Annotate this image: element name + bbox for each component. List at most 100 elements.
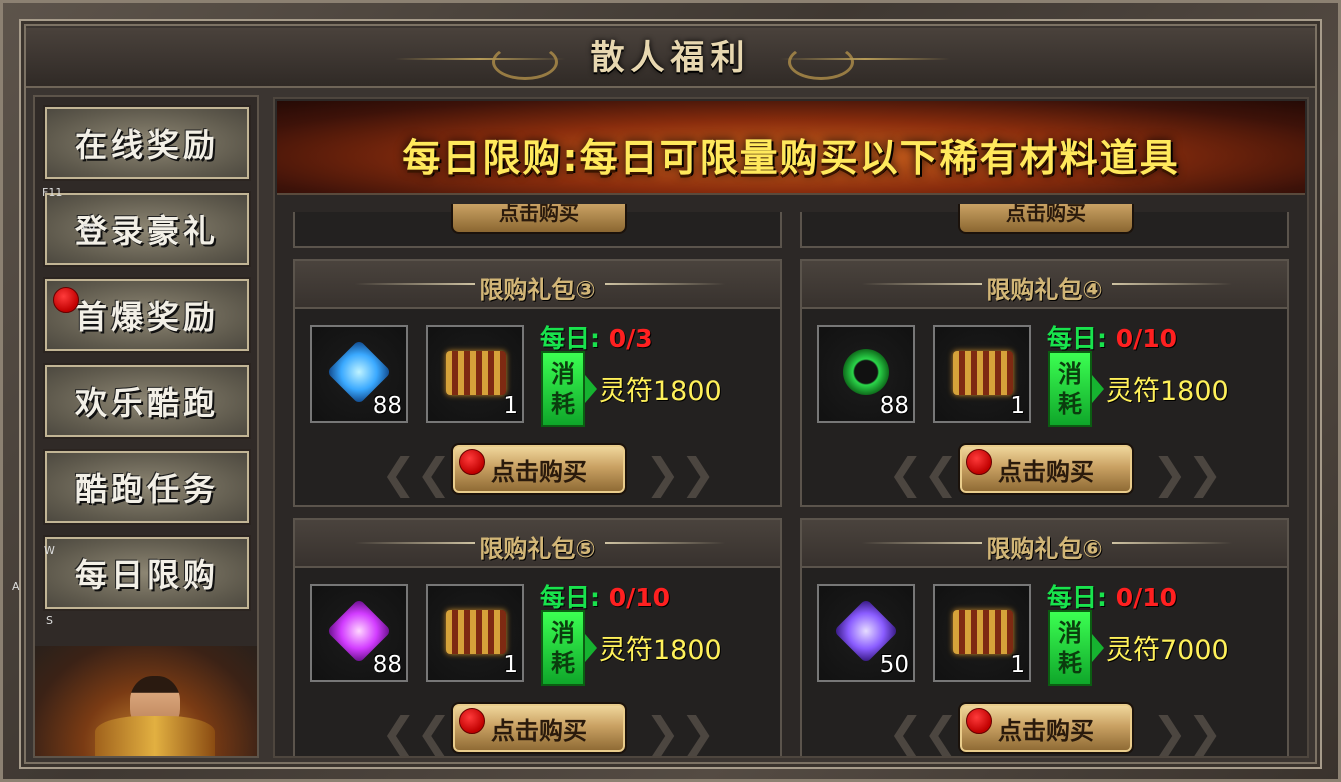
- cost-badge: 消 耗: [1048, 610, 1092, 686]
- item-slot[interactable]: 1: [426, 584, 524, 682]
- daily-count: 0/10: [1115, 324, 1178, 353]
- item-slot[interactable]: 1: [426, 325, 524, 423]
- item-slot[interactable]: 88: [310, 584, 408, 682]
- buy-button-label: 点击购买: [491, 716, 587, 745]
- sidebar-item-label: 每日限购: [74, 556, 219, 594]
- pack-card-4: 限购礼包④ 88 1 每日: 0/10 消 耗 灵符1800 ❮❮ 点击购买 ❯…: [800, 259, 1289, 507]
- buy-button[interactable]: 点击购买: [451, 702, 627, 754]
- cost-arrow-icon: [585, 375, 597, 403]
- cost-badge: 消 耗: [541, 351, 585, 427]
- item-slot[interactable]: 1: [933, 325, 1031, 423]
- cost-char: 消: [551, 619, 575, 647]
- sidebar-item-label: 首爆奖励: [74, 298, 219, 336]
- daily-label: 每日:: [1047, 324, 1107, 353]
- cost-char: 耗: [551, 390, 575, 418]
- pack-title: 限购礼包⑤: [479, 535, 596, 563]
- price: 灵符1800: [599, 376, 722, 407]
- pack-title: 限购礼包④: [986, 276, 1103, 304]
- sidebar-item-label: 登录豪礼: [74, 212, 219, 250]
- item-quantity: 50: [879, 652, 909, 678]
- right-arrows-icon: ❯❯: [1152, 708, 1223, 757]
- item-slot[interactable]: 88: [310, 325, 408, 423]
- cost-char: 耗: [1058, 649, 1082, 677]
- daily-limit: 每日: 0/3: [540, 319, 653, 355]
- daily-label: 每日:: [1047, 583, 1107, 612]
- buy-button[interactable]: 点击购买: [958, 702, 1134, 754]
- treasure-chest-icon: [446, 610, 506, 654]
- cost-char: 消: [551, 360, 575, 388]
- price: 灵符7000: [1106, 635, 1229, 666]
- cost-arrow-icon: [1092, 375, 1104, 403]
- pack-title: 限购礼包⑥: [986, 535, 1103, 563]
- buy-button-partial-right[interactable]: 点击购买: [958, 204, 1134, 234]
- item-slot[interactable]: 1: [933, 584, 1031, 682]
- sidebar-item-login-gift[interactable]: 登录豪礼: [43, 191, 251, 267]
- daily-limit: 每日: 0/10: [540, 578, 670, 614]
- pack-card-5: 限购礼包⑤ 88 1 每日: 0/10 消 耗 灵符1800 ❮❮ 点击购买 ❯…: [293, 518, 782, 757]
- buy-button-label: 点击购买: [998, 457, 1094, 486]
- sidebar-item-label: 酷跑任务: [74, 470, 219, 508]
- sidebar-item-daily-limit[interactable]: 每日限购: [43, 535, 251, 611]
- hotkey-f11-label: F11: [42, 186, 63, 199]
- cost-char: 耗: [551, 649, 575, 677]
- jade-ring-icon: [843, 349, 889, 395]
- daily-count: 0/10: [1115, 583, 1178, 612]
- daily-count: 0/3: [608, 324, 653, 353]
- right-arrows-icon: ❯❯: [645, 708, 716, 757]
- sidebar-item-happy-run[interactable]: 欢乐酷跑: [43, 363, 251, 439]
- pack-card-header: 限购礼包④: [802, 261, 1287, 309]
- right-arrows-icon: ❯❯: [1152, 449, 1223, 498]
- notification-dot: [53, 287, 79, 313]
- header-ornament-right: [1112, 283, 1232, 285]
- cost-char: 消: [1058, 360, 1082, 388]
- notification-dot: [459, 449, 485, 475]
- banner-text: 每日限购:每日可限量购买以下稀有材料道具: [402, 136, 1180, 180]
- cost-arrow-icon: [585, 634, 597, 662]
- item-quantity: 1: [503, 393, 518, 419]
- daily-label: 每日:: [540, 324, 600, 353]
- hotkey-s-label: S: [46, 614, 53, 627]
- pack-card-partial-left: 点击购买: [293, 204, 782, 248]
- header-ornament-right: [605, 283, 725, 285]
- buy-button-label: 点击购买: [998, 716, 1094, 745]
- pack-card-partial-right: 点击购买: [800, 204, 1289, 248]
- daily-limit-banner: 每日限购:每日可限量购买以下稀有材料道具: [277, 101, 1305, 195]
- treasure-chest-icon: [446, 351, 506, 395]
- sidebar-item-label: 欢乐酷跑: [74, 384, 219, 422]
- cost-arrow-icon: [1092, 634, 1104, 662]
- cost-char: 消: [1058, 619, 1082, 647]
- sidebar-item-online-reward[interactable]: 在线奖励: [43, 105, 251, 181]
- cost-char: 耗: [1058, 390, 1082, 418]
- item-slot[interactable]: 50: [817, 584, 915, 682]
- cost-badge: 消 耗: [1048, 351, 1092, 427]
- hero-armor-shape: [95, 716, 215, 756]
- daily-label: 每日:: [540, 583, 600, 612]
- daily-count: 0/10: [608, 583, 671, 612]
- left-arrows-icon: ❮❮: [381, 708, 452, 757]
- hotkey-f9-label: F9: [82, 222, 96, 235]
- window-title: 散人福利: [590, 38, 751, 78]
- buy-button[interactable]: 点击购买: [958, 443, 1134, 495]
- pack-card-header: 限购礼包⑥: [802, 520, 1287, 568]
- sidebar: 在线奖励 登录豪礼 首爆奖励 欢乐酷跑 酷跑任务 每日限购: [33, 95, 259, 758]
- header-ornament-right: [1112, 542, 1232, 544]
- item-slot[interactable]: 88: [817, 325, 915, 423]
- cost-badge: 消 耗: [541, 610, 585, 686]
- right-arrows-icon: ❯❯: [645, 449, 716, 498]
- pack-card-3: 限购礼包③ 88 1 每日: 0/3 消 耗 灵符1800 ❮❮ 点击购买 ❯❯: [293, 259, 782, 507]
- daily-limit: 每日: 0/10: [1047, 578, 1177, 614]
- pack-card-header: 限购礼包⑤: [295, 520, 780, 568]
- hero-portrait: [35, 646, 257, 756]
- treasure-chest-icon: [953, 351, 1013, 395]
- sidebar-item-first-drop-reward[interactable]: 首爆奖励: [43, 277, 251, 353]
- price: 灵符1800: [1106, 376, 1229, 407]
- item-quantity: 1: [1010, 652, 1025, 678]
- hotkey-a-label: A: [12, 580, 20, 593]
- buy-button[interactable]: 点击购买: [451, 443, 627, 495]
- pack-card-6: 限购礼包⑥ 50 1 每日: 0/10 消 耗 灵符7000 ❮❮ 点击购买 ❯…: [800, 518, 1289, 757]
- buy-button-partial-left[interactable]: 点击购买: [451, 204, 627, 234]
- item-quantity: 88: [372, 393, 402, 419]
- daily-limit: 每日: 0/10: [1047, 319, 1177, 355]
- sidebar-item-run-task[interactable]: 酷跑任务: [43, 449, 251, 525]
- item-quantity: 1: [503, 652, 518, 678]
